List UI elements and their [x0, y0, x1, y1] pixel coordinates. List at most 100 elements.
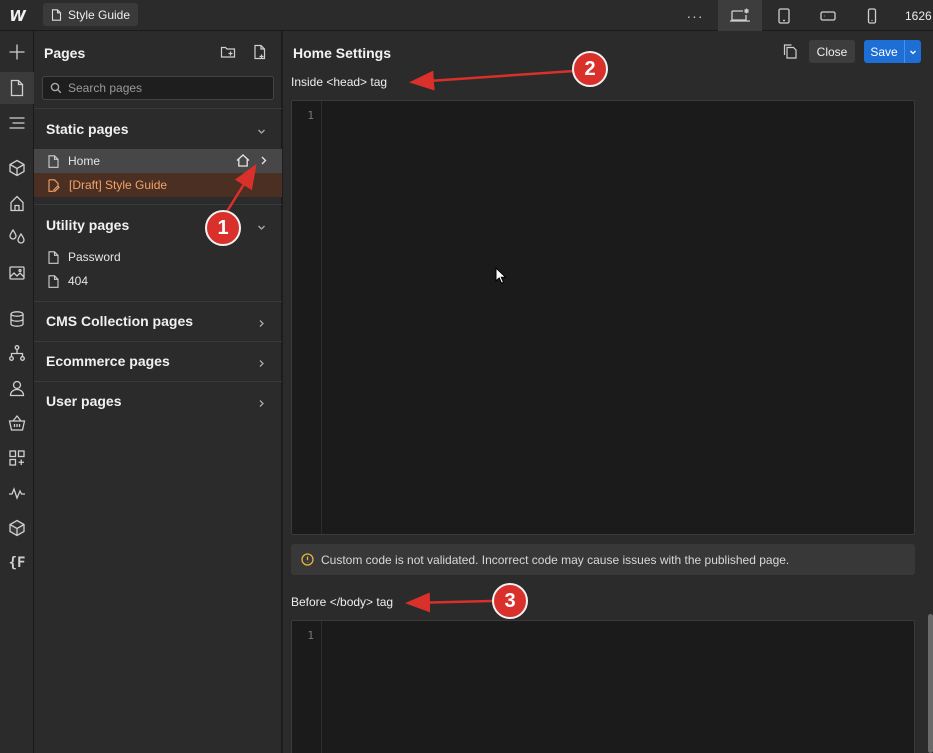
current-page-label: Style Guide	[68, 7, 131, 22]
pages-icon	[10, 79, 24, 97]
users-icon	[9, 380, 25, 397]
home-page-icon[interactable]	[236, 154, 250, 167]
ecommerce-pages-label: Ecommerce pages	[46, 353, 170, 369]
logic-button[interactable]	[0, 337, 34, 369]
mobile-landscape-breakpoint-button[interactable]	[806, 0, 850, 31]
page-doc-icon	[48, 274, 59, 288]
user-pages-label: User pages	[46, 393, 122, 409]
variables-icon	[9, 228, 25, 244]
search-pages-input[interactable]	[68, 81, 258, 95]
3d-cube-icon	[9, 519, 25, 537]
pages-panel: Pages Static pages Home [Draft] Style Gu…	[34, 31, 282, 753]
page-item-404[interactable]: 404	[34, 269, 282, 293]
page-item-label: 404	[68, 274, 89, 288]
mobile-portrait-breakpoint-button[interactable]	[850, 0, 894, 31]
cms-button[interactable]	[0, 303, 34, 335]
add-icon	[9, 44, 25, 60]
pages-button[interactable]	[0, 72, 34, 104]
navigator-button[interactable]	[0, 107, 34, 139]
warning-icon	[301, 553, 314, 566]
utility-pages-section-header[interactable]: Utility pages	[34, 205, 282, 245]
chevron-right-icon	[257, 355, 266, 371]
desktop-breakpoint-button[interactable]	[718, 0, 762, 31]
mobile-portrait-icon	[867, 7, 877, 24]
new-folder-icon	[220, 46, 236, 58]
components-icon	[9, 159, 25, 177]
tablet-icon	[778, 7, 790, 24]
page-doc-icon	[48, 250, 59, 264]
current-page-pill[interactable]: Style Guide	[43, 3, 139, 26]
search-icon	[50, 82, 62, 94]
line-gutter: 1	[292, 621, 322, 753]
more-menu-button[interactable]: ···	[680, 0, 710, 31]
users-button[interactable]	[0, 372, 34, 404]
3d-button[interactable]	[0, 512, 34, 544]
desktop-star-icon	[730, 8, 750, 22]
ecommerce-button[interactable]	[0, 407, 34, 439]
ecommerce-pages-section-header[interactable]: Ecommerce pages	[34, 341, 282, 381]
page-item-label: [Draft] Style Guide	[69, 178, 168, 192]
annotation-badge-1: 1	[205, 210, 241, 246]
top-bar: W Style Guide ··· 1626	[0, 0, 933, 31]
tablet-breakpoint-button[interactable]	[762, 0, 806, 31]
pages-panel-title: Pages	[44, 45, 86, 61]
apps-button[interactable]	[0, 442, 34, 474]
logo-letter: W	[9, 6, 26, 25]
new-page-icon	[254, 44, 266, 60]
new-folder-button[interactable]	[220, 44, 236, 60]
cms-icon	[10, 311, 24, 327]
page-item-draft-style-guide[interactable]: [Draft] Style Guide	[34, 173, 282, 197]
chevron-down-icon	[257, 123, 266, 139]
head-code-label: Inside <head> tag	[291, 75, 388, 89]
assets-icon	[9, 266, 25, 280]
home-row-actions	[236, 154, 268, 167]
save-button[interactable]: Save	[864, 40, 921, 63]
warning-text: Custom code is not validated. Incorrect …	[321, 552, 790, 567]
left-toolbar: {F	[0, 31, 34, 753]
custom-code-warning: Custom code is not validated. Incorrect …	[291, 544, 915, 575]
chevron-down-icon	[257, 219, 266, 235]
ecommerce-icon	[8, 414, 26, 431]
chevron-right-icon	[257, 395, 266, 411]
save-options-dropdown[interactable]	[904, 40, 921, 63]
body-code-editor[interactable]: 1	[291, 620, 915, 753]
head-code-editor[interactable]: 1	[291, 100, 915, 535]
cms-pages-label: CMS Collection pages	[46, 313, 194, 329]
apps-icon	[9, 450, 25, 466]
code-editor-button[interactable]: {F	[0, 547, 34, 579]
components-button[interactable]	[0, 152, 34, 184]
page-doc-icon	[48, 154, 59, 168]
add-elements-button[interactable]	[0, 36, 34, 68]
page-item-home[interactable]: Home	[34, 149, 282, 173]
new-page-button[interactable]	[252, 44, 268, 60]
assets-button[interactable]	[0, 257, 34, 289]
variables-button[interactable]	[0, 221, 34, 253]
line-number: 1	[307, 629, 314, 642]
annotation-badge-2: 2	[572, 51, 608, 87]
webflow-logo[interactable]: W	[0, 0, 34, 31]
style-selectors-button[interactable]	[0, 187, 34, 219]
search-pages-field[interactable]	[42, 76, 274, 100]
chevron-down-icon	[910, 50, 916, 54]
duplicate-page-button[interactable]	[783, 44, 797, 62]
audit-button[interactable]	[0, 477, 34, 509]
static-pages-label: Static pages	[46, 121, 129, 137]
page-settings-panel: Home Settings Close Save Inside <head> t…	[283, 31, 933, 753]
audit-icon	[9, 487, 25, 500]
logic-icon	[9, 345, 25, 361]
mobile-landscape-icon	[820, 10, 836, 21]
code-braces-icon: {F	[8, 555, 26, 571]
navigator-icon	[9, 117, 25, 129]
page-settings-chevron-right-icon[interactable]	[260, 154, 268, 167]
page-item-password[interactable]: Password	[34, 245, 282, 269]
static-pages-section-header[interactable]: Static pages	[34, 109, 282, 149]
chevron-right-icon	[257, 315, 266, 331]
page-item-label: Home	[68, 154, 101, 168]
body-code-label: Before </body> tag	[291, 595, 394, 609]
user-pages-section-header[interactable]: User pages	[34, 381, 282, 421]
close-button[interactable]: Close	[809, 40, 855, 63]
line-number: 1	[307, 109, 314, 122]
panel-scrollbar[interactable]	[928, 614, 933, 753]
cms-collection-pages-section-header[interactable]: CMS Collection pages	[34, 301, 282, 341]
line-gutter: 1	[292, 101, 322, 534]
